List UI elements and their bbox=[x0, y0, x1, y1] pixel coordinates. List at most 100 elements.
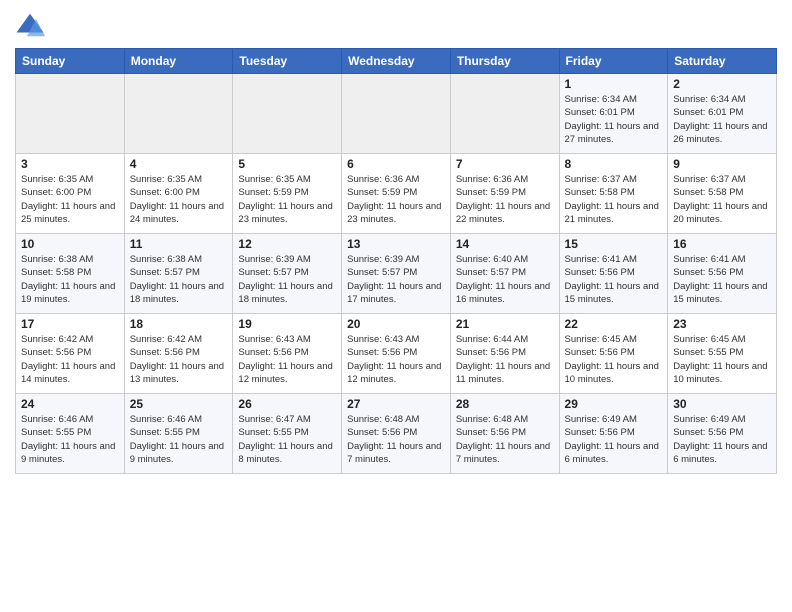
calendar-cell: 2 Sunrise: 6:34 AM Sunset: 6:01 PM Daylig… bbox=[668, 74, 777, 154]
col-header-monday: Monday bbox=[124, 49, 233, 74]
calendar-cell: 6 Sunrise: 6:36 AM Sunset: 5:59 PM Daylig… bbox=[342, 154, 451, 234]
calendar-cell bbox=[16, 74, 125, 154]
day-info: Sunrise: 6:46 AM Sunset: 5:55 PM Dayligh… bbox=[130, 413, 228, 466]
day-number: 28 bbox=[456, 397, 554, 411]
calendar-cell: 22 Sunrise: 6:45 AM Sunset: 5:56 PM Dayli… bbox=[559, 314, 668, 394]
calendar-cell: 20Sunrise: 6:43 AM Sunset: 5:56 PM Dayli… bbox=[342, 314, 451, 394]
day-number: 27 bbox=[347, 397, 445, 411]
day-number: 19 bbox=[238, 317, 336, 331]
calendar-cell: 17 Sunrise: 6:42 AM Sunset: 5:56 PM Dayli… bbox=[16, 314, 125, 394]
day-info: Sunrise: 6:48 AM Sunset: 5:56 PM Dayligh… bbox=[456, 413, 554, 466]
day-number: 30 bbox=[673, 397, 771, 411]
day-info: Sunrise: 6:39 AM Sunset: 5:57 PM Dayligh… bbox=[347, 253, 445, 306]
day-info: Sunrise: 6:38 AM Sunset: 5:57 PM Dayligh… bbox=[130, 253, 228, 306]
day-number: 15 bbox=[565, 237, 663, 251]
calendar-cell: 21 Sunrise: 6:44 AM Sunset: 5:56 PM Dayli… bbox=[450, 314, 559, 394]
calendar-cell: 23 Sunrise: 6:45 AM Sunset: 5:55 PM Dayli… bbox=[668, 314, 777, 394]
day-info: Sunrise: 6:37 AM Sunset: 5:58 PM Dayligh… bbox=[673, 173, 771, 226]
col-header-saturday: Saturday bbox=[668, 49, 777, 74]
day-number: 22 bbox=[565, 317, 663, 331]
logo bbox=[15, 10, 49, 40]
day-number: 3 bbox=[21, 157, 119, 171]
logo-icon bbox=[15, 10, 45, 40]
calendar-week-row: 24Sunrise: 6:46 AM Sunset: 5:55 PM Dayli… bbox=[16, 394, 777, 474]
calendar-cell: 14 Sunrise: 6:40 AM Sunset: 5:57 PM Dayli… bbox=[450, 234, 559, 314]
calendar-cell bbox=[450, 74, 559, 154]
day-number: 10 bbox=[21, 237, 119, 251]
day-number: 5 bbox=[238, 157, 336, 171]
calendar-cell: 7 Sunrise: 6:36 AM Sunset: 5:59 PM Daylig… bbox=[450, 154, 559, 234]
calendar-cell: 11 Sunrise: 6:38 AM Sunset: 5:57 PM Dayli… bbox=[124, 234, 233, 314]
day-info: Sunrise: 6:42 AM Sunset: 5:56 PM Dayligh… bbox=[21, 333, 119, 386]
header bbox=[15, 10, 777, 40]
calendar-week-row: 3 Sunrise: 6:35 AM Sunset: 6:00 PM Daylig… bbox=[16, 154, 777, 234]
day-info: Sunrise: 6:40 AM Sunset: 5:57 PM Dayligh… bbox=[456, 253, 554, 306]
day-number: 9 bbox=[673, 157, 771, 171]
col-header-friday: Friday bbox=[559, 49, 668, 74]
calendar-cell: 10 Sunrise: 6:38 AM Sunset: 5:58 PM Dayli… bbox=[16, 234, 125, 314]
day-info: Sunrise: 6:44 AM Sunset: 5:56 PM Dayligh… bbox=[456, 333, 554, 386]
day-info: Sunrise: 6:38 AM Sunset: 5:58 PM Dayligh… bbox=[21, 253, 119, 306]
calendar-cell: 26Sunrise: 6:47 AM Sunset: 5:55 PM Dayli… bbox=[233, 394, 342, 474]
calendar-week-row: 1 Sunrise: 6:34 AM Sunset: 6:01 PM Daylig… bbox=[16, 74, 777, 154]
day-info: Sunrise: 6:37 AM Sunset: 5:58 PM Dayligh… bbox=[565, 173, 663, 226]
calendar-cell bbox=[233, 74, 342, 154]
calendar-week-row: 10 Sunrise: 6:38 AM Sunset: 5:58 PM Dayli… bbox=[16, 234, 777, 314]
day-info: Sunrise: 6:49 AM Sunset: 5:56 PM Dayligh… bbox=[673, 413, 771, 466]
calendar-cell: 8 Sunrise: 6:37 AM Sunset: 5:58 PM Daylig… bbox=[559, 154, 668, 234]
day-info: Sunrise: 6:35 AM Sunset: 5:59 PM Dayligh… bbox=[238, 173, 336, 226]
calendar-cell: 13 Sunrise: 6:39 AM Sunset: 5:57 PM Dayli… bbox=[342, 234, 451, 314]
day-info: Sunrise: 6:42 AM Sunset: 5:56 PM Dayligh… bbox=[130, 333, 228, 386]
calendar-header-row: SundayMondayTuesdayWednesdayThursdayFrid… bbox=[16, 49, 777, 74]
day-info: Sunrise: 6:39 AM Sunset: 5:57 PM Dayligh… bbox=[238, 253, 336, 306]
day-number: 4 bbox=[130, 157, 228, 171]
calendar-week-row: 17 Sunrise: 6:42 AM Sunset: 5:56 PM Dayli… bbox=[16, 314, 777, 394]
day-info: Sunrise: 6:41 AM Sunset: 5:56 PM Dayligh… bbox=[565, 253, 663, 306]
day-number: 26 bbox=[238, 397, 336, 411]
calendar-cell: 4 Sunrise: 6:35 AM Sunset: 6:00 PM Daylig… bbox=[124, 154, 233, 234]
day-number: 18 bbox=[130, 317, 228, 331]
calendar-cell: 16Sunrise: 6:41 AM Sunset: 5:56 PM Dayli… bbox=[668, 234, 777, 314]
calendar-cell: 30 Sunrise: 6:49 AM Sunset: 5:56 PM Dayli… bbox=[668, 394, 777, 474]
day-number: 25 bbox=[130, 397, 228, 411]
col-header-tuesday: Tuesday bbox=[233, 49, 342, 74]
day-info: Sunrise: 6:34 AM Sunset: 6:01 PM Dayligh… bbox=[565, 93, 663, 146]
day-info: Sunrise: 6:48 AM Sunset: 5:56 PM Dayligh… bbox=[347, 413, 445, 466]
day-number: 29 bbox=[565, 397, 663, 411]
day-info: Sunrise: 6:35 AM Sunset: 6:00 PM Dayligh… bbox=[21, 173, 119, 226]
calendar-cell bbox=[342, 74, 451, 154]
day-number: 2 bbox=[673, 77, 771, 91]
day-info: Sunrise: 6:43 AM Sunset: 5:56 PM Dayligh… bbox=[238, 333, 336, 386]
col-header-thursday: Thursday bbox=[450, 49, 559, 74]
day-number: 8 bbox=[565, 157, 663, 171]
day-number: 1 bbox=[565, 77, 663, 91]
day-info: Sunrise: 6:36 AM Sunset: 5:59 PM Dayligh… bbox=[347, 173, 445, 226]
day-info: Sunrise: 6:46 AM Sunset: 5:55 PM Dayligh… bbox=[21, 413, 119, 466]
day-number: 14 bbox=[456, 237, 554, 251]
day-info: Sunrise: 6:45 AM Sunset: 5:56 PM Dayligh… bbox=[565, 333, 663, 386]
day-number: 21 bbox=[456, 317, 554, 331]
day-number: 7 bbox=[456, 157, 554, 171]
calendar-cell: 3 Sunrise: 6:35 AM Sunset: 6:00 PM Daylig… bbox=[16, 154, 125, 234]
day-info: Sunrise: 6:41 AM Sunset: 5:56 PM Dayligh… bbox=[673, 253, 771, 306]
day-number: 23 bbox=[673, 317, 771, 331]
day-info: Sunrise: 6:34 AM Sunset: 6:01 PM Dayligh… bbox=[673, 93, 771, 146]
calendar-cell: 12 Sunrise: 6:39 AM Sunset: 5:57 PM Dayli… bbox=[233, 234, 342, 314]
calendar-cell: 18 Sunrise: 6:42 AM Sunset: 5:56 PM Dayli… bbox=[124, 314, 233, 394]
col-header-wednesday: Wednesday bbox=[342, 49, 451, 74]
day-number: 12 bbox=[238, 237, 336, 251]
day-number: 6 bbox=[347, 157, 445, 171]
day-number: 17 bbox=[21, 317, 119, 331]
day-number: 13 bbox=[347, 237, 445, 251]
calendar-cell: 19 Sunrise: 6:43 AM Sunset: 5:56 PM Dayli… bbox=[233, 314, 342, 394]
day-number: 20 bbox=[347, 317, 445, 331]
page: SundayMondayTuesdayWednesdayThursdayFrid… bbox=[0, 0, 792, 612]
day-info: Sunrise: 6:36 AM Sunset: 5:59 PM Dayligh… bbox=[456, 173, 554, 226]
calendar-cell: 1 Sunrise: 6:34 AM Sunset: 6:01 PM Daylig… bbox=[559, 74, 668, 154]
day-number: 11 bbox=[130, 237, 228, 251]
day-info: Sunrise: 6:35 AM Sunset: 6:00 PM Dayligh… bbox=[130, 173, 228, 226]
day-info: Sunrise: 6:45 AM Sunset: 5:55 PM Dayligh… bbox=[673, 333, 771, 386]
calendar-cell: 25 Sunrise: 6:46 AM Sunset: 5:55 PM Dayli… bbox=[124, 394, 233, 474]
calendar-cell bbox=[124, 74, 233, 154]
calendar-table: SundayMondayTuesdayWednesdayThursdayFrid… bbox=[15, 48, 777, 474]
